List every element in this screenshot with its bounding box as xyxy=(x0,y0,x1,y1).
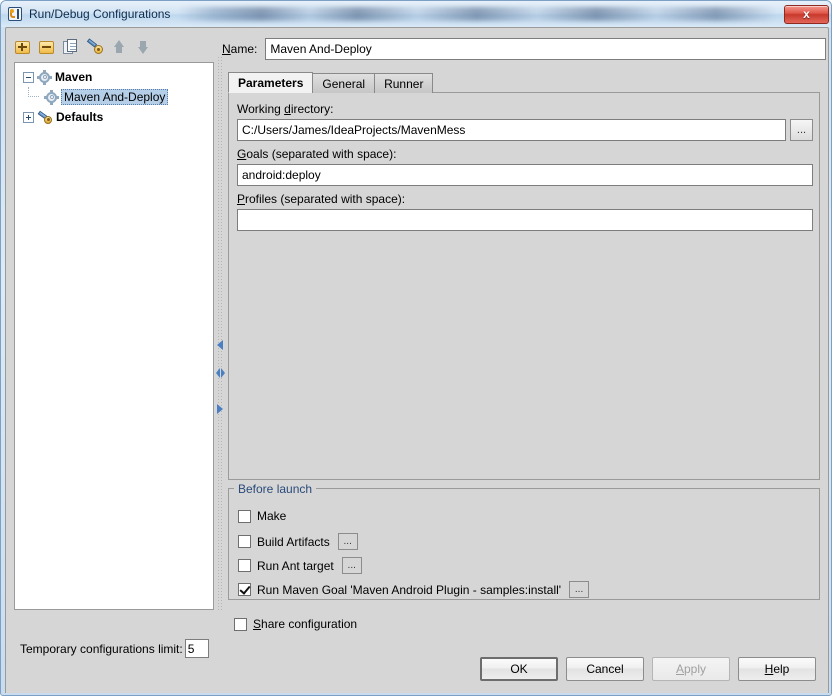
move-down-button[interactable] xyxy=(134,38,152,56)
run-maven-goal-ellipsis-button[interactable]: ... xyxy=(569,581,590,598)
tab-general[interactable]: General xyxy=(312,73,376,93)
goals-label: Goals (separated with space): xyxy=(237,147,397,161)
working-directory-label: Working directory: xyxy=(237,102,334,116)
profiles-input[interactable] xyxy=(237,209,813,231)
tab-parameters[interactable]: Parameters xyxy=(228,72,314,93)
tab-runner[interactable]: Runner xyxy=(374,73,434,93)
working-directory-input[interactable] xyxy=(237,119,786,141)
remove-configuration-button[interactable] xyxy=(38,38,56,56)
parameters-tab-panel: Working directory: ... Goals (separated … xyxy=(228,92,820,480)
expander-plus-icon[interactable] xyxy=(23,111,34,123)
apply-button: Apply xyxy=(652,657,730,681)
share-configuration-checkbox[interactable] xyxy=(234,617,247,631)
add-configuration-button[interactable] xyxy=(14,38,32,56)
tree-node-maven[interactable]: Maven xyxy=(15,67,213,87)
before-launch-item-run-ant-target[interactable]: Run Ant target ... xyxy=(238,557,362,574)
tree-node-maven-and-deploy[interactable]: Maven And-Deploy xyxy=(15,87,213,107)
working-directory-browse-button[interactable]: ... xyxy=(790,119,813,141)
ok-button[interactable]: OK xyxy=(480,657,558,681)
build-artifacts-ellipsis-button[interactable]: ... xyxy=(337,533,358,550)
dialog-button-bar: OK Cancel Apply Help xyxy=(6,646,828,692)
help-button[interactable]: Help xyxy=(738,657,816,681)
configurations-toolbar xyxy=(14,34,152,60)
configurations-pane: Maven Maven And-Deploy Defaults Temporar… xyxy=(10,32,218,658)
background-window-title-blurred xyxy=(178,7,776,21)
run-maven-goal-checkbox[interactable] xyxy=(238,583,251,596)
title-bar: Run/Debug Configurations x xyxy=(1,1,831,27)
editor-tabs: Parameters General Runner xyxy=(228,72,434,93)
tree-node-defaults[interactable]: Defaults xyxy=(15,107,213,127)
cancel-button[interactable]: Cancel xyxy=(566,657,644,681)
close-button[interactable]: x xyxy=(784,4,829,24)
run-maven-goal-label: Run Maven Goal 'Maven Android Plugin - s… xyxy=(257,582,562,597)
profiles-label: Profiles (separated with space): xyxy=(237,192,406,206)
gear-icon xyxy=(37,69,52,85)
build-artifacts-label: Build Artifacts xyxy=(257,534,330,549)
window-title: Run/Debug Configurations xyxy=(29,7,171,21)
make-label: Make xyxy=(257,509,287,523)
edit-defaults-button[interactable] xyxy=(86,38,104,56)
name-label: Name: xyxy=(222,42,258,56)
run-debug-configurations-dialog: Run/Debug Configurations x Maven Maven A… xyxy=(0,0,832,696)
run-ant-target-ellipsis-button[interactable]: ... xyxy=(341,557,362,574)
build-artifacts-checkbox[interactable] xyxy=(238,535,251,548)
goals-input[interactable] xyxy=(237,164,813,186)
expander-minus-icon[interactable] xyxy=(23,71,34,83)
name-input[interactable] xyxy=(265,38,826,60)
before-launch-legend: Before launch xyxy=(234,482,317,496)
dialog-client-area: Maven Maven And-Deploy Defaults Temporar… xyxy=(5,27,829,693)
before-launch-item-run-maven-goal[interactable]: Run Maven Goal 'Maven Android Plugin - s… xyxy=(238,581,590,598)
tree-node-label: Defaults xyxy=(56,110,104,124)
make-checkbox[interactable] xyxy=(238,509,251,523)
move-up-button[interactable] xyxy=(110,38,128,56)
wrench-icon xyxy=(37,110,52,124)
run-ant-target-label: Run Ant target xyxy=(257,558,334,573)
before-launch-item-build-artifacts[interactable]: Build Artifacts ... xyxy=(238,533,358,550)
share-configuration-row[interactable]: Share configuration xyxy=(234,617,357,631)
tree-node-label: Maven And-Deploy xyxy=(61,89,169,105)
intellij-idea-icon xyxy=(7,6,23,22)
name-row: Name: xyxy=(222,38,826,60)
tree-guide xyxy=(28,87,39,97)
run-ant-target-checkbox[interactable] xyxy=(238,559,251,572)
before-launch-item-make[interactable]: Make xyxy=(238,509,286,523)
configurations-tree[interactable]: Maven Maven And-Deploy Defaults xyxy=(14,62,214,610)
gear-icon xyxy=(44,89,59,105)
share-configuration-label: Share configuration xyxy=(253,617,358,631)
copy-configuration-button[interactable] xyxy=(62,38,80,56)
tree-node-label: Maven xyxy=(55,70,93,84)
